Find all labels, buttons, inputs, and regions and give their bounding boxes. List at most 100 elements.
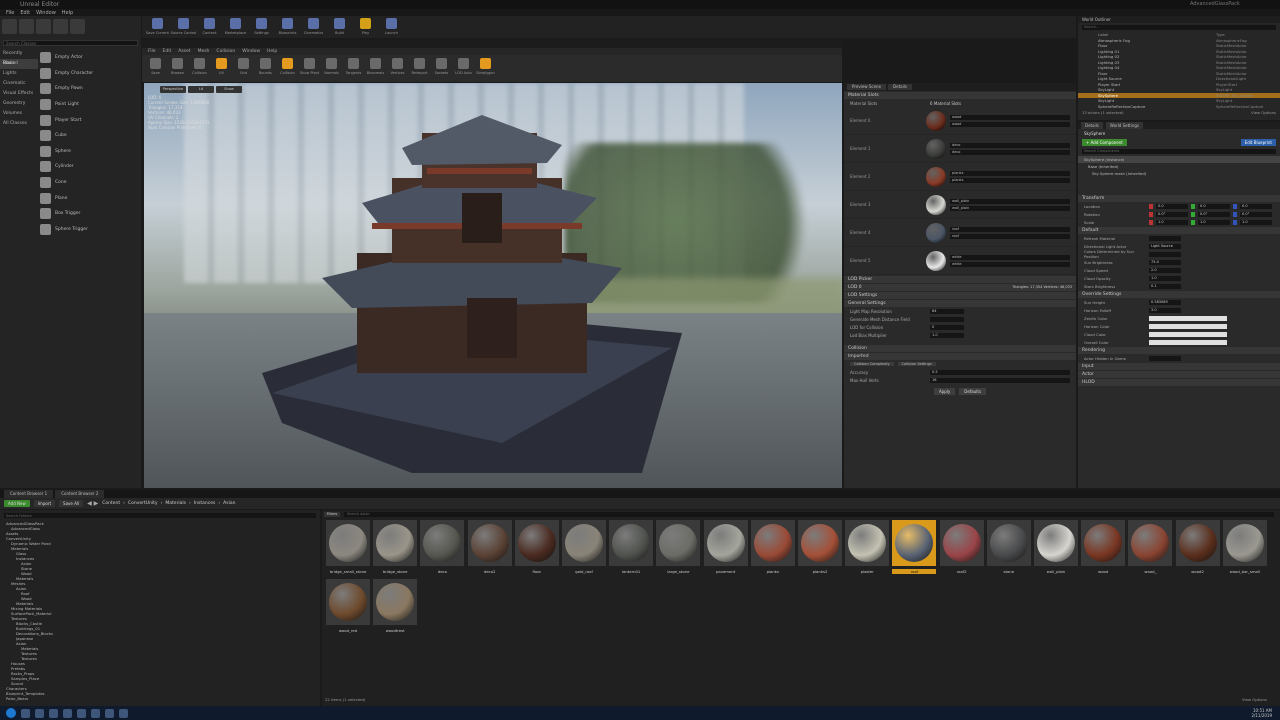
asset-tile-11[interactable]: plaster: [845, 520, 890, 578]
lod0-header[interactable]: LOD 0 Triangles: 17,354 Vertices: 46,033: [844, 284, 1076, 291]
mesh-tool-4[interactable]: Grid: [234, 57, 253, 77]
mesh-tool-9[interactable]: Tangents: [344, 57, 363, 77]
folder-35[interactable]: Polar_Bears: [6, 696, 28, 701]
placeable-10[interactable]: Box Trigger: [40, 206, 138, 222]
viewport-btn-1[interactable]: Lit: [188, 86, 214, 93]
asset-tile-13[interactable]: roof2: [939, 520, 984, 578]
asset-tile-9[interactable]: planks: [750, 520, 795, 578]
material-picker-3[interactable]: wall_plain: [950, 198, 1070, 204]
slot-name-3[interactable]: wall_plain: [950, 205, 1070, 211]
mesh-tool-0[interactable]: Save: [146, 57, 165, 77]
material-picker-4[interactable]: roof: [950, 226, 1070, 232]
mesh-tool-15[interactable]: Simplygon: [476, 57, 495, 77]
defaults-button[interactable]: Defaults: [959, 388, 986, 395]
asset-tile-20[interactable]: wood_red: [326, 579, 370, 637]
default-value-3[interactable]: 75.0: [1149, 259, 1181, 265]
mesh-tool-7[interactable]: Show Pivot: [300, 57, 319, 77]
general-value-1[interactable]: [930, 316, 964, 322]
asset-tile-4[interactable]: floor: [514, 520, 559, 578]
material-thumb-4[interactable]: [926, 222, 946, 243]
asset-tile-0[interactable]: bridge_small_stone: [326, 520, 370, 578]
asset-tile-7[interactable]: large_stone: [656, 520, 701, 578]
toolbar-button-1[interactable]: Source Control: [171, 17, 196, 37]
placeable-7[interactable]: Cylinder: [40, 159, 138, 175]
general-value-0[interactable]: 64: [930, 308, 964, 314]
mesh-tool-10[interactable]: Binormals: [366, 57, 385, 77]
mesh-tool-6[interactable]: Collision: [278, 57, 297, 77]
asset-tile-17[interactable]: wood_: [1128, 520, 1173, 578]
default-value-2[interactable]: [1149, 251, 1181, 257]
place-mode-icon[interactable]: [2, 19, 17, 34]
asset-tile-19[interactable]: wood_bar_small: [1222, 520, 1267, 578]
mesh-tool-2[interactable]: Collision: [190, 57, 209, 77]
breadcrumb-item-3[interactable]: Instances: [194, 501, 216, 506]
import-button[interactable]: Import: [33, 500, 56, 507]
material-slots-header[interactable]: Material Slots: [844, 92, 1076, 99]
asset-tile-6[interactable]: lantern01: [609, 520, 654, 578]
landscape-mode-icon[interactable]: [36, 19, 51, 34]
material-thumb-1[interactable]: [926, 138, 946, 159]
placeable-2[interactable]: Empty Pawn: [40, 81, 138, 97]
search-classes-input[interactable]: Search Classes: [3, 40, 138, 46]
material-picker-5[interactable]: white: [950, 254, 1070, 260]
material-thumb-3[interactable]: [926, 194, 946, 215]
component-search[interactable]: Search Components: [1082, 149, 1276, 154]
material-picker-0[interactable]: wood: [950, 114, 1070, 120]
asset-tile-5[interactable]: gold_roof: [562, 520, 606, 578]
lod-settings-header[interactable]: LOD Settings: [844, 292, 1076, 299]
lod-picker-header[interactable]: LOD Picker: [844, 276, 1076, 283]
collision-value-1[interactable]: 16: [930, 377, 1070, 383]
transform-value-1-0[interactable]: 0.0°: [1156, 211, 1188, 217]
category-0[interactable]: Recently Placed: [0, 49, 38, 66]
override-value-5[interactable]: [1149, 339, 1227, 345]
placeable-3[interactable]: Point Light: [40, 97, 138, 113]
actor-tab-0[interactable]: Details: [1081, 122, 1103, 129]
transform-header[interactable]: Transform: [1078, 195, 1280, 202]
rendering-header[interactable]: Rendering: [1078, 347, 1280, 354]
material-thumb-0[interactable]: [926, 110, 946, 131]
placeable-8[interactable]: Cone: [40, 175, 138, 191]
component-2[interactable]: Sky Sphere mesh (Inherited): [1078, 170, 1280, 177]
placeable-4[interactable]: Player Start: [40, 112, 138, 128]
mesh-menu-5[interactable]: Window: [242, 49, 260, 54]
breadcrumb-item-1[interactable]: ConvertUnity: [128, 501, 158, 506]
override-value-4[interactable]: [1149, 331, 1227, 337]
edit-blueprint-button[interactable]: Edit Blueprint: [1240, 139, 1276, 146]
menu-0[interactable]: File: [6, 10, 14, 16]
task-view-icon[interactable]: [35, 708, 44, 718]
cb-tab-1[interactable]: Content Browser 2: [55, 490, 105, 498]
outliner-tab[interactable]: World Outliner: [1078, 16, 1280, 23]
menu-3[interactable]: Help: [62, 10, 73, 16]
placeable-1[interactable]: Empty Character: [40, 66, 138, 82]
transform-value-0-1[interactable]: 0.0: [1198, 203, 1230, 209]
outliner-row-12[interactable]: SphereReflectionCapture SphereReflectionC…: [1078, 104, 1280, 110]
placeable-9[interactable]: Plane: [40, 190, 138, 206]
mesh-tool-8[interactable]: Normals: [322, 57, 341, 77]
placeable-0[interactable]: Empty Actor: [40, 50, 138, 66]
mesh-tool-3[interactable]: UV: [212, 57, 231, 77]
mesh-menu-1[interactable]: Edit: [163, 49, 172, 54]
slot-name-0[interactable]: wood: [950, 121, 1070, 127]
override-value-2[interactable]: [1149, 315, 1227, 321]
filters-button[interactable]: Filters: [324, 512, 340, 517]
default-value-4[interactable]: 2.0: [1149, 267, 1181, 273]
collision-header[interactable]: Collision: [844, 345, 1076, 352]
asset-tile-10[interactable]: planks2: [798, 520, 842, 578]
asset-tile-8[interactable]: pavement: [703, 520, 748, 578]
menu-1[interactable]: Edit: [20, 10, 30, 16]
material-thumb-5[interactable]: [926, 250, 946, 271]
add-component-button[interactable]: + Add Component: [1082, 139, 1127, 146]
asset-tile-16[interactable]: wood: [1081, 520, 1126, 578]
override-value-1[interactable]: 3.0: [1149, 307, 1181, 313]
slot-name-1[interactable]: deco: [950, 149, 1070, 155]
imported-header[interactable]: Imported: [844, 353, 1076, 360]
material-picker-1[interactable]: deco: [950, 142, 1070, 148]
explorer-icon[interactable]: [49, 708, 58, 718]
slot-name-4[interactable]: roof: [950, 233, 1070, 239]
asset-tile-1[interactable]: bridge_stone: [373, 520, 418, 578]
cb-tab-0[interactable]: Content Browser 1: [4, 490, 54, 498]
breadcrumb-item-2[interactable]: Materials: [165, 501, 186, 506]
toolbar-button-5[interactable]: Blueprints: [276, 17, 299, 37]
photoshop-icon[interactable]: [119, 708, 128, 718]
hlod-header[interactable]: HLOD: [1078, 379, 1280, 386]
